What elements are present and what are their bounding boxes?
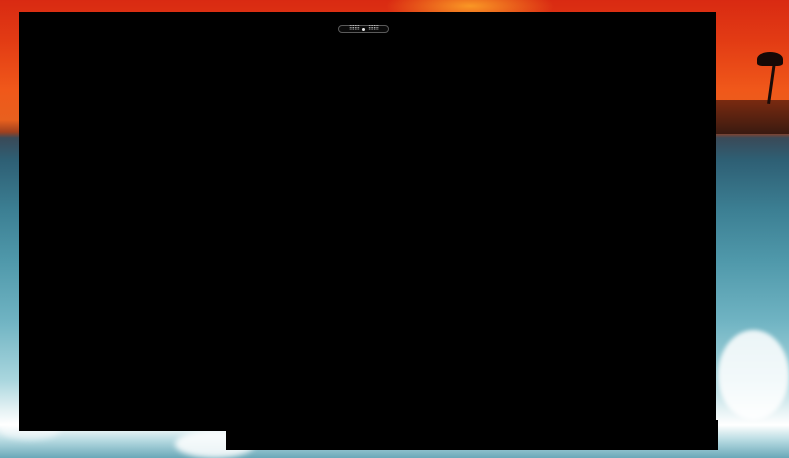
shoreline: [715, 100, 789, 134]
secondary-window-pane[interactable]: [226, 420, 718, 450]
wave-foam: [718, 330, 789, 420]
center-dot-icon: [362, 27, 365, 31]
desktop-background: ⠿⠿⠿ ⠿⠿⠿: [0, 0, 789, 458]
palm-leaves-icon: [757, 52, 783, 66]
main-window-pane[interactable]: [19, 12, 716, 431]
grip-dots-icon: ⠿⠿⠿: [368, 25, 379, 32]
grip-dots-icon: ⠿⠿⠿: [348, 25, 360, 32]
window-drag-handle[interactable]: ⠿⠿⠿ ⠿⠿⠿: [338, 25, 389, 33]
palm-tree-icon: [767, 61, 776, 105]
